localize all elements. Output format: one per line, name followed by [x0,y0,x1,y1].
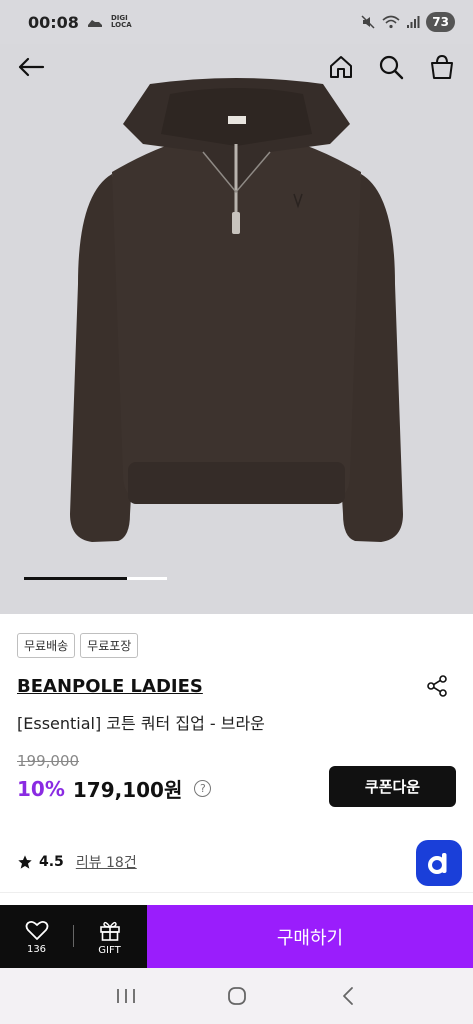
home-circle-icon [227,987,246,1005]
product-name: [Essential] 코튼 쿼터 집업 - 브라운 [17,714,265,733]
recent-apps-button[interactable] [106,976,146,1016]
home-icon [330,56,352,78]
back-nav-button[interactable] [328,976,368,1016]
d-app-button[interactable] [416,840,462,886]
coupon-download-button[interactable]: 쿠폰다운 [329,766,456,807]
star-icon [18,855,32,869]
mute-icon [361,15,375,29]
discount-rate: 10% [17,776,65,801]
bottom-action-bar: 136 GIFT 구매하기 [0,905,473,968]
system-navigation-bar [0,968,473,1024]
divider [0,892,473,893]
buy-button[interactable]: 구매하기 [147,905,473,968]
signal-icon [407,16,420,28]
status-bar: 00:08 DIGI LOCA 73 [0,0,473,44]
recent-apps-icon [116,989,135,1003]
back-button[interactable] [16,52,46,82]
arrow-left-icon [18,57,45,77]
search-button[interactable] [376,52,406,82]
cart-button[interactable] [427,52,457,82]
status-app-logo: DIGI LOCA [110,14,132,29]
shopping-bag-icon [431,54,453,79]
share-button[interactable] [425,674,449,698]
chevron-left-icon [342,987,353,1005]
wishlist-count: 136 [26,943,47,955]
brand-link[interactable]: BEANPOLE LADIES [17,676,203,697]
tag-free-wrapping: 무료포장 [80,633,139,658]
product-info: 무료배송 무료포장 BEANPOLE LADIES [Essential] 코튼… [0,614,473,904]
gift-icon [99,921,120,941]
battery-indicator: 73 [426,12,455,32]
carousel-indicator [24,577,167,580]
search-icon [379,55,404,80]
rating-value: 4.5 [39,854,64,870]
home-button[interactable] [326,52,356,82]
rating-row: 4.5 리뷰 18건 [17,852,137,872]
wishlist-button[interactable]: 136 [0,905,73,968]
home-nav-button[interactable] [217,976,257,1016]
review-link[interactable]: 리뷰 18건 [76,852,137,872]
separator [73,925,74,947]
tag-list: 무료배송 무료포장 [17,633,139,658]
d-logo-icon [428,853,447,874]
original-price: 199,000 [17,752,80,770]
tag-free-shipping: 무료배송 [17,633,76,658]
price-row: 10% 179,100원 ? [17,774,212,803]
top-navigation [0,44,473,90]
bottom-actions-left: 136 GIFT [0,905,147,968]
gift-button[interactable]: GIFT [73,905,146,968]
carousel-progress [24,577,127,580]
status-time: 00:08 [28,12,79,32]
product-image [70,78,403,542]
product-image-carousel[interactable] [0,44,473,614]
heart-icon [25,920,48,940]
shoe-icon [87,20,102,27]
wifi-icon [382,15,400,29]
gift-label: GIFT [98,944,121,956]
share-icon [427,675,447,697]
sale-price: 179,100원 [72,778,183,802]
price-help-icon[interactable]: ? [194,780,212,797]
